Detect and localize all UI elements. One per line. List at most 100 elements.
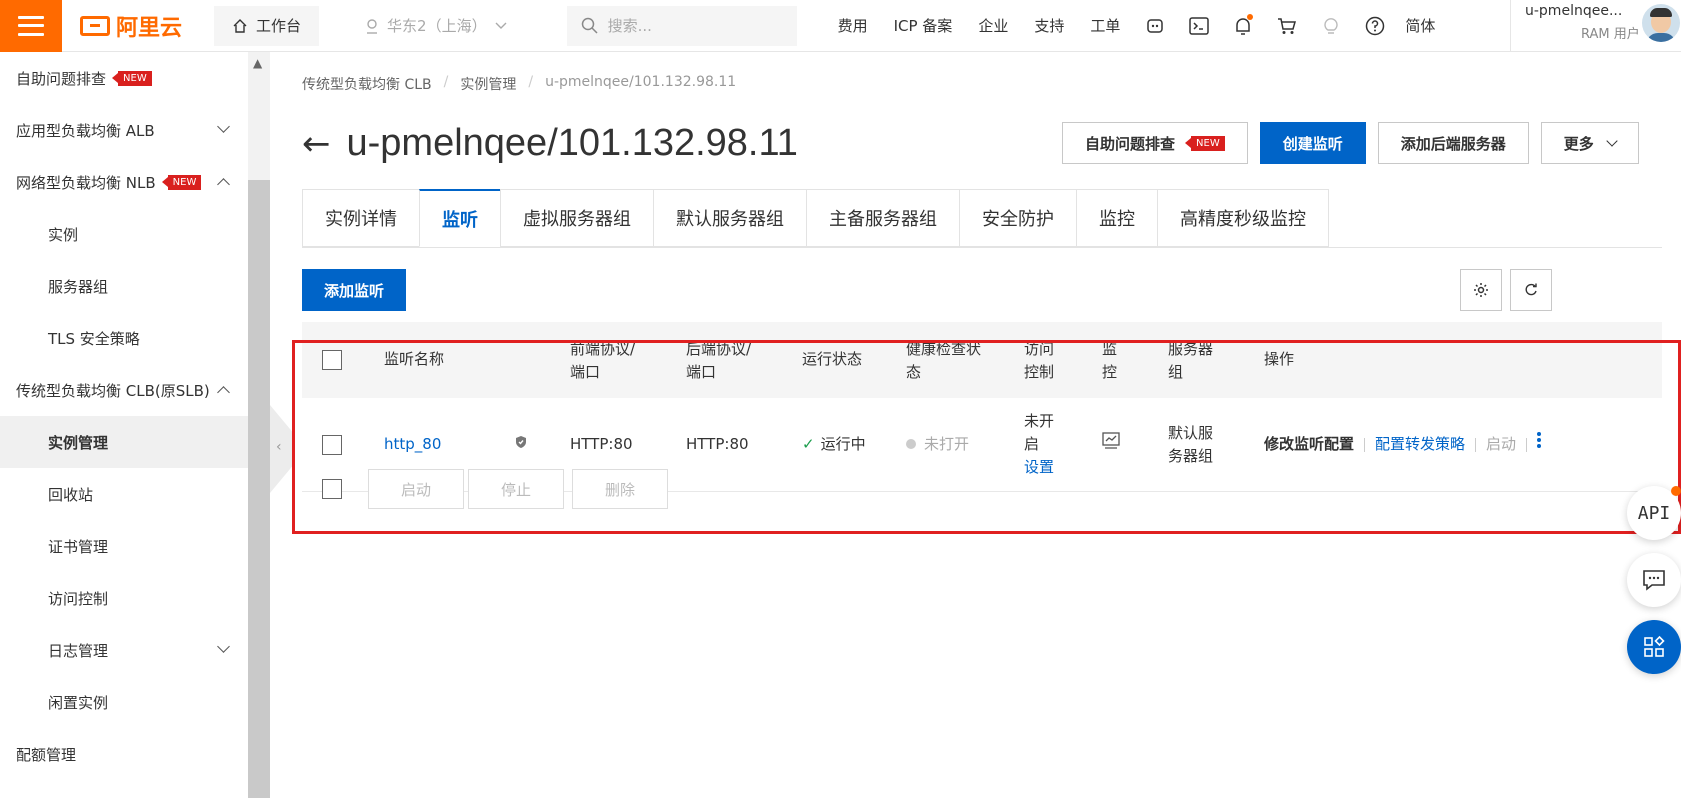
search-input[interactable]: 搜索... bbox=[566, 5, 797, 46]
batch-delete-button[interactable]: 删除 bbox=[572, 469, 669, 509]
batch-start-button[interactable]: 启动 bbox=[368, 469, 465, 509]
tab-default-server-group[interactable]: 默认服务器组 bbox=[653, 189, 806, 247]
header-text: 端口 bbox=[570, 363, 601, 381]
more-dropdown-button[interactable]: 更多 bbox=[1540, 122, 1639, 164]
nav-fees[interactable]: 费用 bbox=[825, 15, 881, 36]
breadcrumb-clb[interactable]: 传统型负载均衡 CLB bbox=[302, 74, 432, 94]
scroll-up-icon[interactable]: ▲ bbox=[253, 56, 262, 70]
api-float-button[interactable]: API bbox=[1627, 486, 1681, 540]
api-label: API bbox=[1637, 502, 1671, 524]
header-text: 监 bbox=[1102, 340, 1118, 358]
add-backend-server-button[interactable]: 添加后端服务器 bbox=[1377, 122, 1529, 164]
sidebar-collapse-handle[interactable]: ‹ bbox=[270, 405, 292, 493]
tab-security[interactable]: 安全防护 bbox=[959, 189, 1076, 247]
chevron-left-icon: ‹ bbox=[276, 439, 282, 455]
self-troubleshoot-button[interactable]: 自助问题排查 NEW bbox=[1062, 122, 1248, 164]
instance-tabs: 实例详情 监听 虚拟服务器组 默认服务器组 主备服务器组 安全防护 监控 高精度… bbox=[302, 189, 1662, 248]
header-text: 控 bbox=[1102, 363, 1118, 381]
tab-instance-details[interactable]: 实例详情 bbox=[302, 189, 419, 247]
chevron-down-icon bbox=[217, 640, 230, 653]
monitor-chart-icon[interactable] bbox=[1102, 432, 1120, 457]
button-label: 更多 bbox=[1563, 134, 1594, 153]
refresh-icon bbox=[1525, 283, 1537, 296]
avatar[interactable] bbox=[1642, 4, 1680, 42]
region-selector[interactable]: 华东2（上海） bbox=[365, 15, 507, 36]
user-menu[interactable]: u-pmelnqee... RAM 用户 bbox=[1510, 0, 1681, 52]
add-listener-button[interactable]: 添加监听 bbox=[302, 269, 407, 311]
title-row: ← u-pmelnqee/101.132.98.11 bbox=[302, 122, 798, 165]
help-icon[interactable] bbox=[1365, 16, 1385, 36]
tab-vserver-groups[interactable]: 虚拟服务器组 bbox=[500, 189, 653, 247]
select-all-checkbox[interactable] bbox=[322, 350, 342, 370]
shield-icon bbox=[514, 433, 528, 456]
nav-ticket[interactable]: 工单 bbox=[1077, 15, 1133, 36]
button-label: 自助问题排查 bbox=[1085, 134, 1176, 153]
scrollbar-thumb[interactable] bbox=[248, 180, 270, 798]
sidebar-item-clb[interactable]: 传统型负载均衡 CLB(原SLB) bbox=[0, 364, 248, 416]
tab-listeners[interactable]: 监听 bbox=[419, 189, 500, 247]
tab-high-precision-monitoring[interactable]: 高精度秒级监控 bbox=[1157, 189, 1329, 247]
batch-stop-button[interactable]: 停止 bbox=[468, 469, 565, 509]
sidebar-item-nlb-instance[interactable]: 实例 bbox=[0, 208, 248, 260]
lightbulb-icon[interactable] bbox=[1321, 16, 1341, 36]
sidebar-item-idle-instances[interactable]: 闲置实例 bbox=[0, 676, 248, 728]
listener-name-link[interactable]: http_80 bbox=[384, 433, 441, 456]
sidebar-item-label: 配额管理 bbox=[16, 745, 77, 764]
apps-float-button[interactable] bbox=[1627, 620, 1681, 674]
sidebar-item-access-control[interactable]: 访问控制 bbox=[0, 572, 248, 624]
chevron-down-icon bbox=[217, 120, 230, 133]
more-actions-icon[interactable] bbox=[1536, 431, 1542, 456]
feedback-float-button[interactable] bbox=[1627, 553, 1681, 607]
forwarding-policy-link[interactable]: 配置转发策略 bbox=[1375, 435, 1465, 453]
header-text: 组 bbox=[1168, 363, 1184, 381]
sidebar-item-alb[interactable]: 应用型负载均衡 ALB bbox=[0, 104, 248, 156]
sidebar-scrollbar[interactable]: ▲ bbox=[248, 52, 270, 798]
gear-icon bbox=[1474, 283, 1488, 297]
nav-support[interactable]: 支持 bbox=[1021, 15, 1077, 36]
tab-monitoring[interactable]: 监控 bbox=[1076, 189, 1157, 247]
breadcrumb-separator: / bbox=[528, 74, 534, 90]
aliyun-logo[interactable]: 阿里云 bbox=[62, 10, 204, 42]
breadcrumb-instance-management[interactable]: 实例管理 bbox=[460, 74, 516, 94]
create-listener-button[interactable]: 创建监听 bbox=[1259, 122, 1366, 164]
sidebar-item-quota[interactable]: 配额管理 bbox=[0, 728, 248, 780]
sidebar-item-label: 自助问题排查 bbox=[16, 69, 107, 88]
acl-settings-link[interactable]: 设置 bbox=[1024, 458, 1054, 476]
new-badge: NEW bbox=[161, 174, 202, 190]
notification-bell-icon[interactable] bbox=[1233, 13, 1254, 36]
sidebar-item-instance-management[interactable]: 实例管理 bbox=[0, 416, 248, 468]
nav-icp[interactable]: ICP 备案 bbox=[881, 15, 966, 36]
tab-primary-secondary-group[interactable]: 主备服务器组 bbox=[806, 189, 959, 247]
top-nav-links: 费用 ICP 备案 企业 支持 工单 简体 bbox=[825, 13, 1450, 36]
sidebar-item-recycle-bin[interactable]: 回收站 bbox=[0, 468, 248, 520]
sidebar-item-label: 传统型负载均衡 CLB(原SLB) bbox=[16, 381, 210, 400]
row-checkbox[interactable] bbox=[322, 435, 342, 455]
header-server-group: 服务器组 bbox=[1168, 338, 1213, 384]
backend-protocol-port: HTTP:80 bbox=[686, 435, 749, 453]
logo-text: 阿里云 bbox=[116, 15, 183, 41]
workbench-button[interactable]: 工作台 bbox=[214, 5, 320, 46]
sidebar-item-log-management[interactable]: 日志管理 bbox=[0, 624, 248, 676]
header-backend: 后端协议/端口 bbox=[686, 338, 751, 384]
sidebar-item-tls-policy[interactable]: TLS 安全策略 bbox=[0, 312, 248, 364]
header-operations: 操作 bbox=[1264, 350, 1295, 368]
language-switch[interactable]: 简体 bbox=[1397, 15, 1449, 36]
sidebar-item-nlb[interactable]: 网络型负载均衡 NLB NEW bbox=[0, 156, 248, 208]
modify-listener-link[interactable]: 修改监听配置 bbox=[1264, 435, 1354, 453]
refresh-button[interactable] bbox=[1510, 269, 1552, 311]
sidebar-item-label: 闲置实例 bbox=[48, 693, 109, 712]
sidebar-item-label: TLS 安全策略 bbox=[48, 329, 140, 348]
cart-icon[interactable] bbox=[1277, 16, 1297, 36]
terminal-icon[interactable] bbox=[1189, 16, 1210, 36]
back-arrow-icon[interactable]: ← bbox=[302, 127, 331, 161]
sidebar-item-label: 日志管理 bbox=[48, 641, 109, 660]
robot-assistant-icon[interactable] bbox=[1145, 16, 1165, 36]
sidebar-item-certificates[interactable]: 证书管理 bbox=[0, 520, 248, 572]
hamburger-menu-button[interactable] bbox=[0, 0, 62, 52]
sidebar-item-server-group[interactable]: 服务器组 bbox=[0, 260, 248, 312]
health-check-status: 未打开 bbox=[906, 433, 969, 456]
sidebar-item-self-troubleshoot[interactable]: 自助问题排查 NEW bbox=[0, 52, 248, 104]
nav-enterprise[interactable]: 企业 bbox=[965, 15, 1021, 36]
batch-select-checkbox[interactable] bbox=[322, 479, 342, 499]
settings-button[interactable] bbox=[1460, 269, 1502, 311]
